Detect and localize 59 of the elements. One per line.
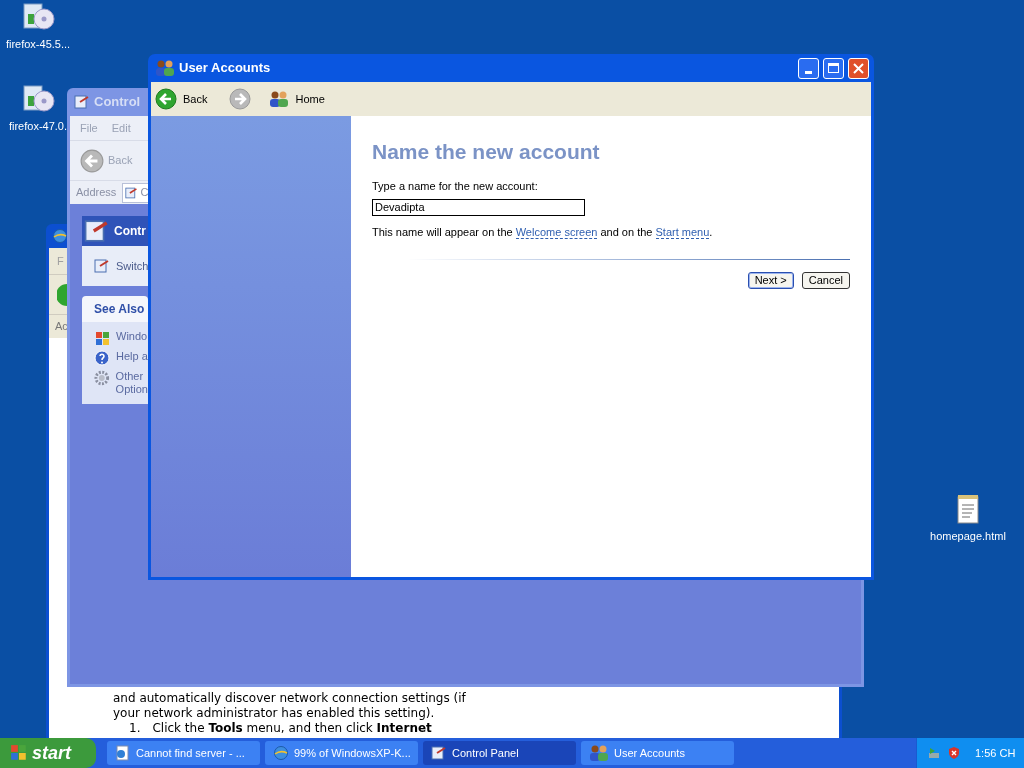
see-also-link[interactable]: Help a	[116, 350, 148, 363]
control-panel-icon	[125, 185, 139, 200]
control-panel-icon	[94, 258, 110, 274]
gear-icon	[94, 370, 110, 386]
notepad-icon[interactable]	[956, 494, 980, 524]
page-heading: Name the new account	[372, 140, 601, 164]
users-icon	[155, 59, 175, 77]
desktop-icon-label[interactable]: homepage.html	[930, 528, 1006, 545]
forward-icon[interactable]	[229, 88, 252, 110]
home-button[interactable]: Home	[295, 90, 325, 108]
close-button[interactable]	[848, 57, 869, 79]
taskbar-button[interactable]: Cannot find server - ...	[107, 741, 260, 765]
installer-icon[interactable]	[21, 82, 55, 114]
control-panel-icon	[74, 94, 90, 110]
taskbar-button[interactable]: Control Panel	[423, 741, 576, 765]
address-field[interactable]: C	[122, 182, 149, 203]
step-text: Click the Tools menu, and then click Internet	[152, 721, 432, 736]
desktop-icon-label[interactable]: firefox-45.5...	[5, 36, 71, 53]
back-icon[interactable]	[57, 282, 67, 307]
installer-icon[interactable]	[21, 0, 55, 32]
close-icon	[853, 62, 864, 74]
maximize-button[interactable]	[823, 57, 844, 79]
cancel-button[interactable]: Cancel	[801, 272, 850, 289]
name-field[interactable]: Devadipta	[372, 198, 585, 216]
checklist-icon	[84, 218, 110, 244]
panel-title: Contr	[114, 223, 146, 240]
control-panel-icon	[431, 745, 447, 761]
body-text: your network administrator has enabled this setting).	[113, 706, 436, 721]
globe-icon	[273, 745, 289, 761]
see-also-title: See Also	[94, 301, 145, 318]
address-label: Address	[76, 185, 117, 201]
window-title: Control	[94, 93, 141, 112]
see-also-link[interactable]: Other Option	[115, 370, 148, 396]
back-icon[interactable]	[80, 148, 104, 173]
page-icon	[115, 745, 131, 761]
start-button[interactable]: start	[0, 738, 96, 768]
globe-icon	[52, 228, 68, 244]
see-also-link[interactable]: Windo	[116, 330, 148, 343]
home-users-icon	[269, 90, 290, 108]
next-button[interactable]: Next >	[747, 272, 794, 289]
field-label: Type a name for the new account:	[372, 179, 539, 194]
help-link[interactable]: Welcome screen	[515, 225, 598, 239]
desktop-icon-label[interactable]: firefox-47.0.	[8, 118, 68, 135]
minimize-button[interactable]	[798, 57, 819, 79]
help-icon	[94, 350, 110, 366]
back-icon[interactable]	[155, 88, 177, 110]
step-number: 1.	[129, 721, 141, 736]
windows-flag-icon	[10, 744, 28, 762]
note-text: This name will appear on the Welcome screen and on the Start menu.	[372, 224, 714, 240]
shield-icon[interactable]	[947, 746, 961, 760]
address-label: Ac	[55, 319, 68, 335]
back-button[interactable]: Back	[183, 90, 208, 108]
clock: 1:56 CH	[975, 745, 1016, 761]
windows-flag-icon	[94, 330, 110, 346]
body-text: and automatically discover network connection settings (if	[113, 691, 467, 706]
window-title: User Accounts	[179, 59, 272, 78]
taskbar-button[interactable]: User Accounts	[581, 741, 734, 765]
users-icon	[589, 744, 609, 762]
taskbar-button[interactable]: 99% of WindowsXP-K...	[265, 741, 418, 765]
